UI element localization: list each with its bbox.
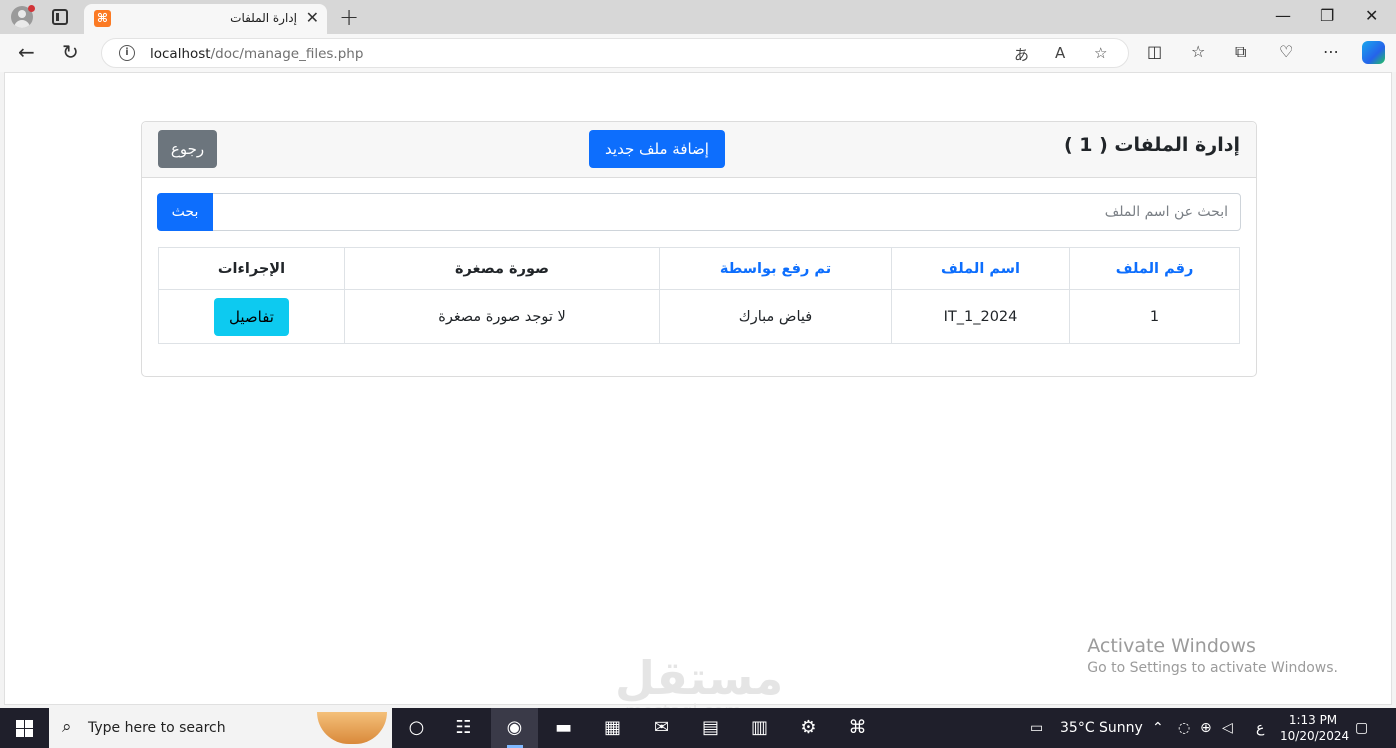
column-file-number[interactable]: رقم الملف: [1069, 247, 1240, 290]
column-actions: الإجراءات: [158, 247, 345, 290]
xampp-icon[interactable]: ⌘: [834, 708, 881, 748]
cell-uploaded-by: فياض مبارك: [659, 289, 892, 344]
address-bar[interactable]: i localhost/doc/manage_files.php あ A ☆: [101, 38, 1129, 68]
back-arrow-icon[interactable]: ←: [18, 40, 35, 64]
column-uploaded-by[interactable]: تم رفع بواسطة: [659, 247, 892, 290]
files-table: رقم الملف اسم الملف تم رفع بواسطة صورة م…: [158, 247, 1240, 344]
browser-tab-strip: ⌘ إدارة الملفات ✕ + — ❐ ✕: [0, 0, 1396, 34]
mail-icon[interactable]: ✉: [638, 708, 685, 748]
search-form: بحث: [157, 193, 1241, 231]
taskbar-search-box[interactable]: ⌕ Type here to search: [49, 708, 392, 748]
task-view-icon[interactable]: ○: [393, 708, 440, 748]
volume-icon[interactable]: ◁: [1222, 720, 1233, 736]
tab-actions-icon[interactable]: [52, 9, 68, 25]
details-button[interactable]: تفاصيل: [214, 297, 289, 336]
file-explorer-icon[interactable]: ▬: [540, 708, 587, 748]
clock-time: 1:13 PM: [1288, 713, 1338, 727]
browser-toolbar: ← ↻ i localhost/doc/manage_files.php あ A…: [0, 34, 1396, 72]
split-screen-icon[interactable]: ◫: [1147, 42, 1162, 61]
tab-close-icon[interactable]: ✕: [306, 8, 319, 27]
notifications-icon[interactable]: ▢: [1355, 720, 1368, 736]
page-viewport: إدارة الملفات ( 1 ) إضافة ملف جديد رجوع …: [4, 72, 1392, 722]
notepad-plus-icon[interactable]: ▤: [687, 708, 734, 748]
cell-actions: تفاصيل: [158, 289, 345, 344]
restore-button[interactable]: ❐: [1320, 6, 1334, 25]
cell-thumbnail: لا توجد صورة مصغرة: [344, 289, 660, 344]
tab-title: إدارة الملفات: [230, 11, 297, 25]
system-clock[interactable]: 1:13 PM 10/20/2024: [1280, 712, 1350, 744]
input-language-indicator[interactable]: ع: [1256, 720, 1264, 736]
search-icon: ⌕: [62, 717, 72, 737]
search-button[interactable]: بحث: [157, 193, 213, 231]
taskbar-search-placeholder: Type here to search: [88, 720, 226, 736]
search-highlight-pie-icon: [317, 712, 387, 744]
table-row: 1 IT_1_2024 فياض مبارك لا توجد صورة مصغر…: [158, 289, 1240, 344]
activate-windows-title: Activate Windows: [1087, 635, 1256, 657]
network-globe-icon[interactable]: ⊕: [1200, 720, 1212, 736]
new-tab-button[interactable]: +: [339, 3, 359, 31]
favorite-star-icon[interactable]: ☆: [1094, 44, 1107, 62]
column-file-name[interactable]: اسم الملف: [891, 247, 1070, 290]
weather-icon[interactable]: ▭: [1030, 720, 1043, 736]
profile-notification-dot: [28, 5, 35, 12]
browser-essentials-icon[interactable]: ♡: [1279, 42, 1293, 61]
refresh-icon[interactable]: ↻: [62, 40, 79, 64]
tray-chevron-up-icon[interactable]: ⌃: [1152, 720, 1164, 736]
card-header: إدارة الملفات ( 1 ) إضافة ملف جديد رجوع: [142, 122, 1256, 178]
column-thumbnail: صورة مصغرة: [344, 247, 660, 290]
favorites-icon[interactable]: ☆: [1191, 42, 1205, 61]
browser-tab-active[interactable]: ⌘ إدارة الملفات ✕: [84, 4, 327, 34]
widgets-icon[interactable]: ☷: [440, 708, 487, 748]
add-new-file-button[interactable]: إضافة ملف جديد: [589, 130, 725, 168]
translate-icon[interactable]: あ: [1014, 44, 1029, 65]
files-card: إدارة الملفات ( 1 ) إضافة ملف جديد رجوع …: [141, 121, 1257, 377]
close-window-button[interactable]: ✕: [1365, 6, 1378, 25]
store-icon[interactable]: ▦: [589, 708, 636, 748]
settings-gear-icon[interactable]: ⚙: [785, 708, 832, 748]
site-info-icon[interactable]: i: [119, 45, 135, 61]
minimize-button[interactable]: —: [1275, 6, 1291, 25]
more-menu-icon[interactable]: ⋯: [1323, 42, 1339, 61]
back-button[interactable]: رجوع: [158, 130, 217, 168]
meet-now-icon[interactable]: ◌: [1178, 720, 1190, 736]
cell-file-name: IT_1_2024: [891, 289, 1070, 344]
collections-icon[interactable]: ⧉: [1235, 42, 1246, 62]
page-title: إدارة الملفات ( 1 ): [1063, 134, 1240, 156]
url-text[interactable]: localhost/doc/manage_files.php: [150, 46, 363, 62]
edge-taskbar-icon[interactable]: ◉: [491, 708, 538, 748]
activate-windows-subtitle: Go to Settings to activate Windows.: [1087, 660, 1338, 676]
activate-windows-watermark: Activate Windows Go to Settings to activ…: [1087, 635, 1338, 676]
cell-file-number: 1: [1069, 289, 1240, 344]
windows-start-icon[interactable]: [16, 720, 33, 737]
windows-taskbar: ⌕ Type here to search ○ ☷ ◉ ▬ ▦ ✉ ▤ ▥ ⚙ …: [0, 708, 1396, 748]
xampp-favicon-icon: ⌘: [94, 10, 111, 27]
search-input[interactable]: [212, 193, 1241, 231]
read-aloud-icon[interactable]: A: [1055, 44, 1065, 62]
document-app-icon[interactable]: ▥: [736, 708, 783, 748]
weather-text[interactable]: 35°C Sunny: [1060, 720, 1143, 736]
mostaql-watermark-logo: مستقل: [615, 651, 784, 705]
copilot-icon[interactable]: [1362, 41, 1385, 64]
table-header-row: رقم الملف اسم الملف تم رفع بواسطة صورة م…: [158, 247, 1240, 290]
clock-date: 10/20/2024: [1280, 729, 1350, 743]
